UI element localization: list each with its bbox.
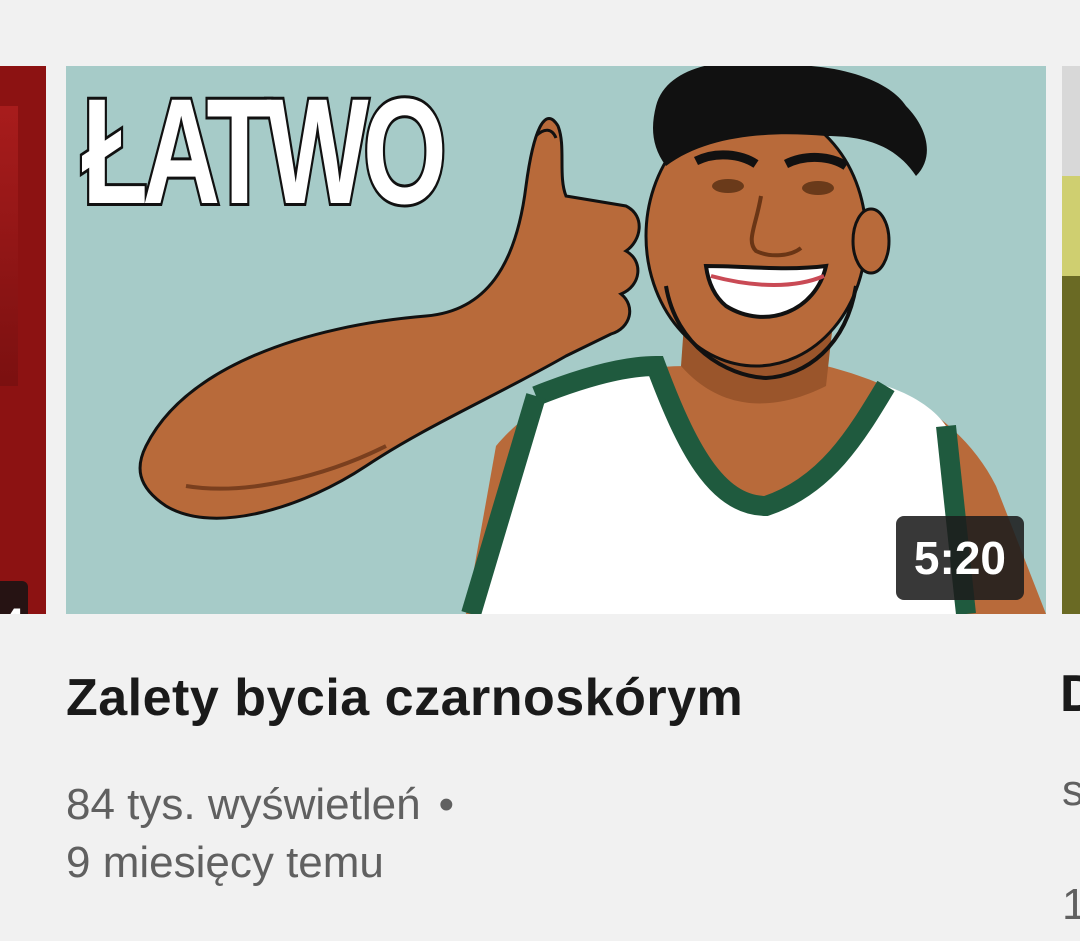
separator-dot: • <box>438 780 454 829</box>
publish-date: 9 miesięcy temu <box>66 838 384 887</box>
view-count: 84 tys. wyświetleń <box>66 780 421 829</box>
duration-badge: 5:20 <box>895 516 1024 600</box>
right-thumbnail-art-top <box>1062 66 1080 176</box>
video-details: Zalety bycia czarnoskórym 84 tys. wyświe… <box>66 614 1046 892</box>
thumbnail-caption: ŁATWO <box>80 67 449 235</box>
video-card-right-partial[interactable] <box>1062 66 1080 614</box>
right-video-title-line2-partial: s <box>1062 766 1080 815</box>
video-card[interactable]: ŁATWO 5:20 Zalety bycia czarnoskórym 84 … <box>66 66 1046 941</box>
video-card-left-partial[interactable]: 4 <box>0 66 46 614</box>
right-video-meta-partial: 1 <box>1062 880 1080 929</box>
right-video-title-partial[interactable]: D <box>1060 664 1080 724</box>
left-duration-badge: 4 <box>0 581 28 614</box>
right-thumbnail-art-mid <box>1062 176 1080 276</box>
video-title[interactable]: Zalety bycia czarnoskórym <box>66 666 1046 730</box>
left-thumbnail-art <box>0 106 18 386</box>
video-metadata: 84 tys. wyświetleń • 9 miesięcy temu <box>66 776 1046 892</box>
video-grid: 4 <box>0 0 1080 941</box>
video-thumbnail[interactable]: ŁATWO 5:20 <box>66 66 1046 614</box>
